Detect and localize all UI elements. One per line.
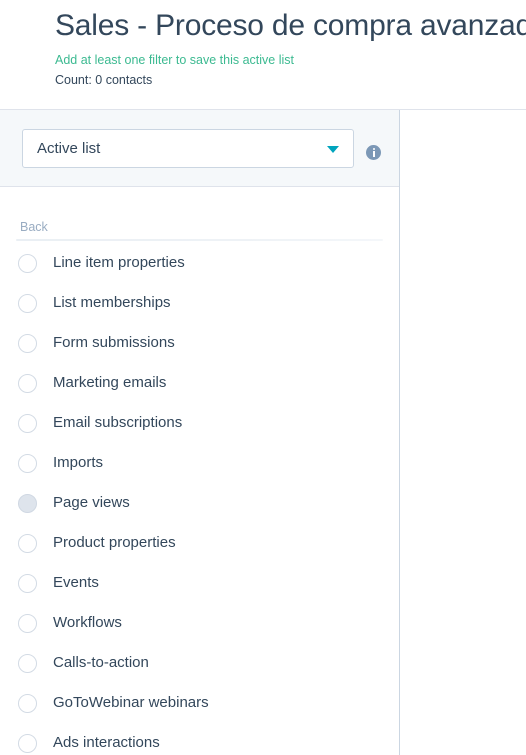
list-item[interactable]: Marketing emails — [0, 363, 399, 403]
list-item-label: List memberships — [53, 294, 171, 311]
list-item-label: Marketing emails — [53, 374, 167, 391]
list-item[interactable]: Line item properties — [0, 243, 399, 283]
radio-button-icon[interactable] — [18, 613, 37, 633]
filter-category-list: Line item properties List memberships Form… — [0, 239, 399, 755]
list-type-bar: Active list — [0, 110, 399, 187]
list-item-label: Ads interactions — [53, 734, 160, 751]
list-item-label: Line item properties — [53, 254, 185, 271]
list-item-label: Product properties — [53, 534, 176, 551]
list-item-label: Workflows — [53, 614, 122, 631]
radio-button-icon[interactable] — [18, 493, 37, 513]
page-header-content: Sales - Proceso de compra avanzado Add a… — [0, 0, 526, 89]
list-scroll-indicator[interactable] — [16, 239, 383, 241]
radio-button-icon[interactable] — [18, 693, 37, 713]
list-item[interactable]: Email subscriptions — [0, 403, 399, 443]
list-item[interactable]: GoToWebinar webinars — [0, 683, 399, 723]
list-item-label: Events — [53, 574, 99, 591]
list-item[interactable]: Product properties — [0, 523, 399, 563]
list-item-label: Imports — [53, 454, 104, 471]
list-type-select[interactable]: Active list — [22, 129, 354, 168]
list-item[interactable]: Events — [0, 563, 399, 603]
radio-button-icon[interactable] — [18, 293, 37, 313]
radio-button-icon[interactable] — [18, 453, 37, 473]
page-title: Sales - Proceso de compra avanzado — [55, 9, 526, 42]
list-type-selected-value: Active list — [37, 140, 101, 157]
list-item[interactable]: Calls-to-action — [0, 643, 399, 683]
list-item-label: Form submissions — [53, 334, 175, 351]
radio-button-icon[interactable] — [18, 533, 37, 553]
radio-button-icon[interactable] — [18, 413, 37, 433]
list-item[interactable]: Ads interactions — [0, 723, 399, 755]
list-item[interactable]: Page views — [0, 483, 399, 523]
save-list-hint: Add at least one filter to save this act… — [55, 53, 295, 67]
list-item[interactable]: Workflows — [0, 603, 399, 643]
list-item-label: GoToWebinar webinars — [53, 694, 209, 711]
radio-button-icon[interactable] — [18, 373, 37, 393]
list-item-label: Calls-to-action — [53, 654, 149, 671]
radio-button-icon[interactable] — [18, 333, 37, 353]
radio-button-icon[interactable] — [18, 733, 37, 753]
page-header: Sales - Proceso de compra avanzado Add a… — [0, 0, 526, 110]
back-link[interactable]: Back — [20, 219, 48, 235]
contact-count: Count: 0 contacts — [55, 73, 153, 87]
radio-button-icon[interactable] — [18, 253, 37, 273]
radio-button-icon[interactable] — [18, 573, 37, 593]
info-icon[interactable] — [366, 145, 381, 160]
list-item[interactable]: Imports — [0, 443, 399, 483]
filter-panel: Active list Back Line item properties Lis… — [0, 110, 400, 755]
list-item-label: Email subscriptions — [53, 414, 183, 431]
filter-category-items: Line item properties List memberships Form… — [0, 243, 399, 755]
list-item[interactable]: List memberships — [0, 283, 399, 323]
chevron-down-icon[interactable] — [327, 146, 339, 153]
radio-button-icon[interactable] — [18, 653, 37, 673]
filter-detail-pane — [401, 110, 526, 755]
list-item-label: Page views — [53, 494, 130, 511]
list-item[interactable]: Form submissions — [0, 323, 399, 363]
